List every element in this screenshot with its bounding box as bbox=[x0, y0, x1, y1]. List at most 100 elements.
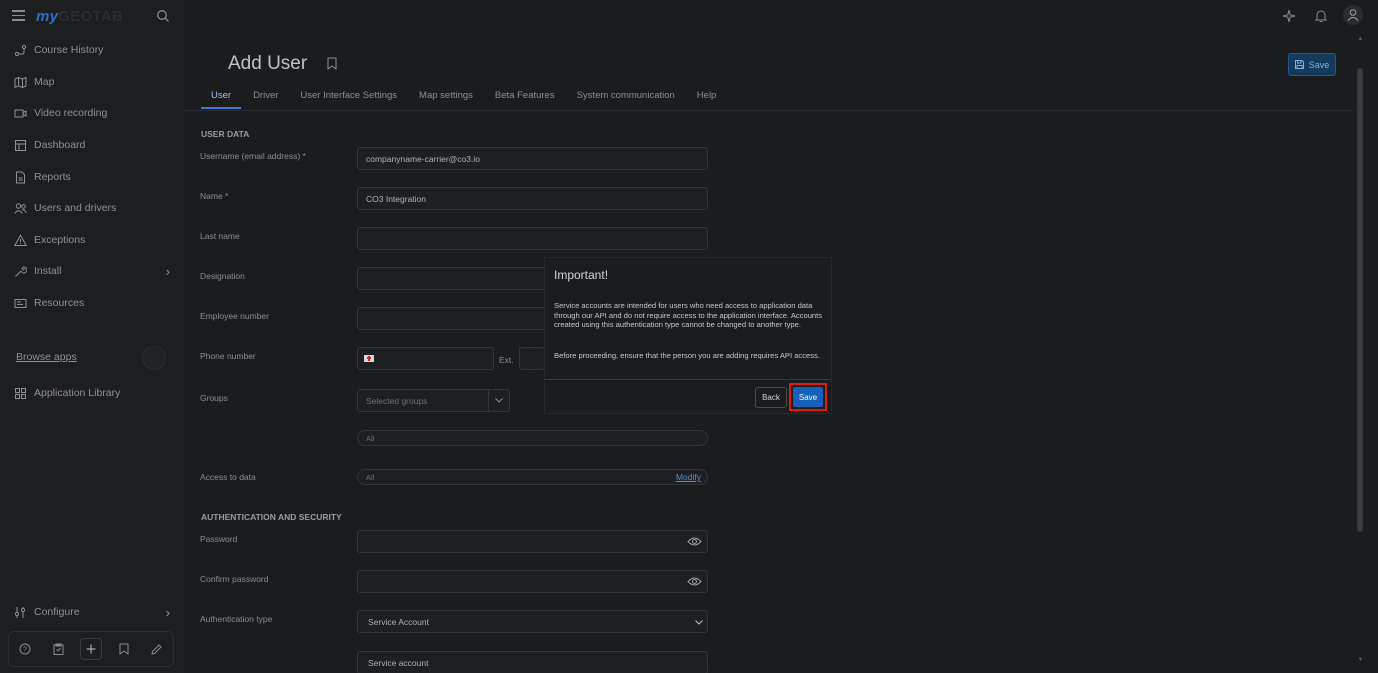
sidebar-item-exceptions[interactable]: Exceptions bbox=[14, 229, 174, 251]
sidebar-item-dashboard[interactable]: Dashboard bbox=[14, 134, 174, 156]
sidebar-item-label: Video recording bbox=[34, 107, 108, 119]
save-button[interactable]: Save bbox=[1288, 53, 1336, 76]
name-field[interactable]: CO3 Integration bbox=[357, 187, 708, 210]
chevron-down-icon bbox=[695, 620, 703, 625]
tab-help[interactable]: Help bbox=[697, 90, 717, 109]
flag-icon[interactable] bbox=[364, 355, 374, 362]
dialog-save-button[interactable]: Save bbox=[793, 387, 823, 407]
sidebar-header: myGEOTAB bbox=[0, 0, 183, 32]
save-button-label: Save bbox=[1308, 59, 1330, 70]
browse-apps-link[interactable]: Browse apps bbox=[16, 351, 77, 363]
sidebar-item-course-history[interactable]: Course History bbox=[14, 39, 174, 61]
menu-icon[interactable] bbox=[12, 10, 25, 21]
tab-beta-features[interactable]: Beta Features bbox=[495, 90, 555, 109]
sidebar-item-label: Resources bbox=[34, 297, 85, 309]
settings-sliders-icon bbox=[14, 606, 26, 618]
dialog-divider bbox=[545, 379, 831, 380]
sidebar-item-install[interactable]: Install › bbox=[14, 260, 174, 282]
access-to-data-field: All Modify bbox=[357, 469, 708, 485]
sparkle-icon[interactable] bbox=[1280, 7, 1298, 25]
phone-number-field[interactable] bbox=[357, 347, 494, 370]
notification-bell-icon[interactable] bbox=[1312, 7, 1330, 25]
users-icon bbox=[14, 202, 27, 214]
scroll-down-arrow[interactable]: ▼ bbox=[1357, 657, 1364, 663]
scroll-up-arrow[interactable]: ▲ bbox=[1357, 36, 1364, 42]
modify-link[interactable]: Modify bbox=[676, 472, 701, 482]
important-dialog: Important! Service accounts are intended… bbox=[545, 258, 831, 413]
authentication-type-select[interactable]: Service Account bbox=[357, 610, 708, 633]
user-avatar[interactable] bbox=[1343, 5, 1363, 25]
mygeotab-logo[interactable]: myGEOTAB bbox=[36, 8, 123, 25]
sidebar-item-application-library[interactable]: Application Library bbox=[14, 382, 174, 404]
eye-icon[interactable] bbox=[687, 576, 702, 587]
sidebar: myGEOTAB Course History Map Video record… bbox=[0, 0, 183, 673]
groups-all-chip[interactable]: All bbox=[357, 430, 708, 446]
grid-icon bbox=[15, 387, 26, 399]
tab-system-communication[interactable]: System communication bbox=[577, 90, 675, 109]
employee-number-label: Employee number bbox=[200, 311, 269, 321]
tab-user[interactable]: User bbox=[200, 90, 242, 109]
search-icon[interactable] bbox=[156, 9, 170, 23]
page-title: Add User bbox=[228, 53, 308, 74]
clipboard-icon[interactable] bbox=[47, 638, 69, 660]
help-icon[interactable]: ? bbox=[14, 638, 36, 660]
scrollbar-thumb[interactable] bbox=[1357, 68, 1363, 532]
sidebar-item-resources[interactable]: Resources bbox=[14, 292, 174, 314]
last-name-field[interactable] bbox=[357, 227, 708, 250]
sidebar-item-configure[interactable]: Configure › bbox=[14, 601, 174, 623]
tab-user-interface-settings[interactable]: User Interface Settings bbox=[300, 90, 397, 109]
sidebar-item-map[interactable]: Map bbox=[14, 71, 174, 93]
groups-all-value: All bbox=[366, 433, 375, 443]
ext-label: Ext. bbox=[499, 355, 514, 365]
password-field[interactable] bbox=[357, 530, 708, 553]
back-button[interactable]: Back bbox=[755, 387, 787, 408]
name-value: CO3 Integration bbox=[366, 193, 427, 204]
username-field[interactable]: companyname-carrier@co3.io bbox=[357, 147, 708, 170]
confirm-password-field[interactable] bbox=[357, 570, 708, 593]
designation-label: Designation bbox=[200, 271, 245, 281]
user-icon bbox=[1347, 9, 1359, 21]
tab-map-settings[interactable]: Map settings bbox=[419, 90, 473, 109]
sidebar-item-video-recording[interactable]: Video recording bbox=[14, 102, 174, 124]
tab-divider bbox=[183, 110, 1353, 111]
confirm-password-label: Confirm password bbox=[200, 574, 269, 584]
authentication-type-label: Authentication type bbox=[200, 614, 273, 624]
password-label: Password bbox=[200, 534, 238, 544]
bookmark-page-icon[interactable] bbox=[327, 57, 337, 70]
chevron-down-icon bbox=[495, 398, 503, 403]
sidebar-toolbar: ? bbox=[8, 631, 174, 667]
route-icon bbox=[14, 44, 27, 56]
chevron-right-icon: › bbox=[165, 263, 170, 279]
service-account-value: Service account bbox=[368, 657, 429, 668]
dialog-paragraph-2: Before proceeding, ensure that the perso… bbox=[554, 351, 820, 360]
dialog-paragraph-1: Service accounts are intended for users … bbox=[554, 301, 823, 329]
sidebar-item-users-and-drivers[interactable]: Users and drivers bbox=[14, 197, 174, 219]
bookmark-icon[interactable] bbox=[113, 638, 135, 660]
warning-icon bbox=[14, 233, 27, 246]
tab-driver[interactable]: Driver bbox=[253, 90, 278, 109]
sidebar-item-label: Configure bbox=[34, 606, 80, 618]
username-label: Username (email address) * bbox=[200, 151, 306, 161]
sidebar-item-label: Course History bbox=[34, 44, 104, 56]
dashboard-icon bbox=[15, 139, 26, 151]
section-heading-authentication: AUTHENTICATION AND SECURITY bbox=[201, 512, 342, 522]
sidebar-item-reports[interactable]: Reports bbox=[14, 166, 174, 188]
wrench-icon bbox=[15, 266, 27, 277]
browse-apps-badge bbox=[142, 346, 166, 370]
sidebar-item-label: Install bbox=[34, 265, 62, 277]
ext-field[interactable] bbox=[519, 347, 545, 370]
phone-number-label: Phone number bbox=[200, 351, 256, 361]
add-icon[interactable] bbox=[79, 638, 102, 660]
groups-label: Groups bbox=[200, 393, 228, 403]
map-icon bbox=[14, 76, 27, 88]
section-heading-user-data: USER DATA bbox=[201, 129, 250, 139]
groups-select[interactable]: Selected groups bbox=[357, 389, 510, 412]
eye-icon[interactable] bbox=[687, 536, 702, 547]
sidebar-item-label: Dashboard bbox=[34, 139, 86, 151]
username-value: companyname-carrier@co3.io bbox=[366, 153, 480, 164]
last-name-label: Last name bbox=[200, 231, 240, 241]
service-account-field[interactable]: Service account bbox=[357, 651, 708, 673]
tab-bar: User Driver User Interface Settings Map … bbox=[200, 90, 727, 109]
sidebar-item-label: Reports bbox=[34, 171, 71, 183]
pencil-icon[interactable] bbox=[146, 638, 168, 660]
